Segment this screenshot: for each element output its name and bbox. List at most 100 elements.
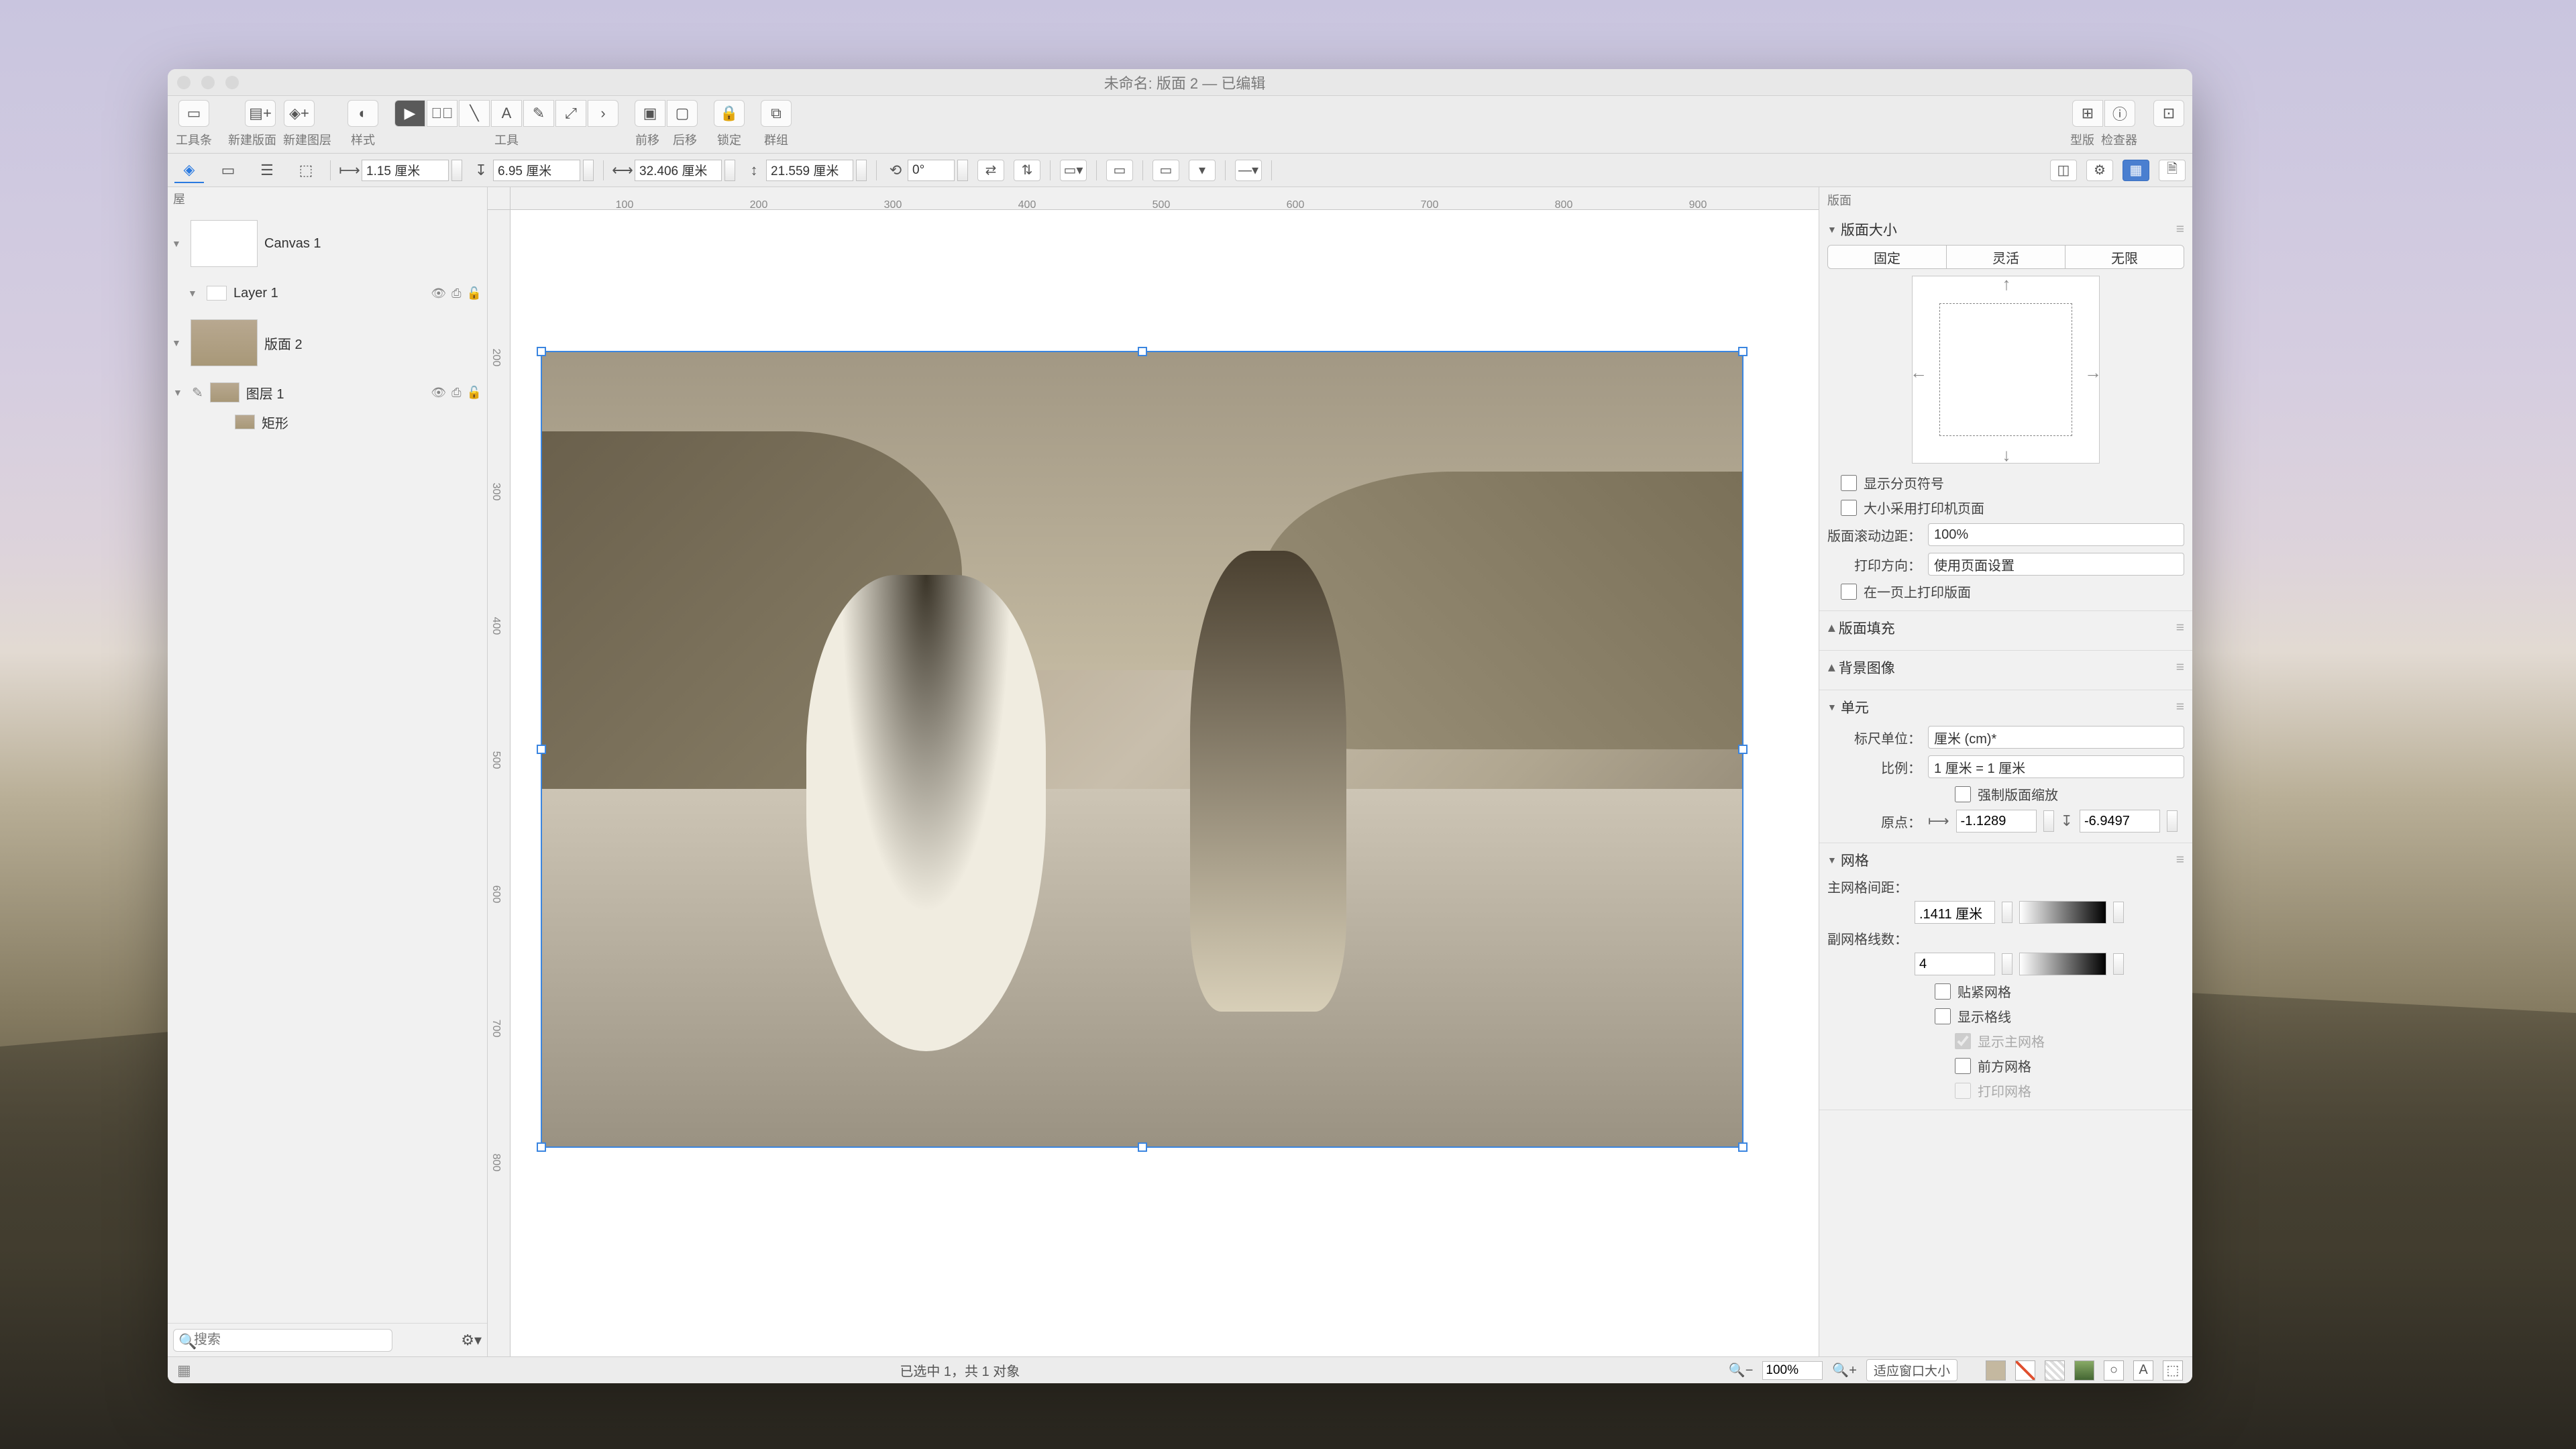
fill-swatch-button[interactable]: ▭▾ [1060, 160, 1087, 181]
selection-tool-button[interactable]: ▶ [394, 100, 425, 127]
sidebar-tab-outline[interactable]: ▭ [213, 158, 243, 183]
w-stepper[interactable] [724, 160, 735, 181]
menu-icon[interactable]: ≡ [2176, 221, 2184, 237]
size-mode-fixed[interactable]: 固定 [1828, 246, 1947, 268]
y-position-field[interactable] [493, 160, 580, 181]
grid-front-checkbox[interactable] [1955, 1058, 1971, 1074]
sidebar-tab-selection[interactable]: ⬚ [291, 158, 321, 183]
rot-stepper[interactable] [957, 160, 968, 181]
fit-to-window-button[interactable]: 适应窗口大小 [1866, 1359, 1957, 1381]
flip-v-button[interactable]: ⇅ [1014, 160, 1040, 181]
page-size-diagram[interactable]: ↑ ↓ ← → [1912, 276, 2100, 464]
sidebar-layer-1[interactable]: ▼ Layer 1 👁⎙🔓 [168, 277, 487, 309]
shadow-menu-button[interactable]: ▾ [1189, 160, 1216, 181]
lock-icon[interactable]: 🔓 [467, 386, 482, 400]
section-title-canvas-size[interactable]: ▼版面大小≡ [1827, 217, 2184, 245]
sidebar-search-input[interactable] [173, 1329, 392, 1352]
print-on-one-page-checkbox[interactable] [1841, 584, 1857, 600]
lock-icon[interactable]: 🔓 [467, 286, 482, 301]
fill-color-swatch[interactable] [1986, 1360, 2006, 1381]
size-mode-flexible[interactable]: 灵活 [1947, 246, 2065, 268]
origin-x-field[interactable] [1956, 810, 2037, 833]
disclosure-triangle-icon[interactable]: ▼ [172, 238, 184, 249]
sidebar-canvas-2[interactable]: ▼ 版面 2 [168, 309, 487, 376]
print-icon[interactable]: ⎙ [451, 286, 461, 301]
size-mode-infinite[interactable]: 无限 [2065, 246, 2184, 268]
inspector-geometry-icon[interactable]: ⬚ [2163, 1360, 2183, 1381]
inspector-tab-canvas[interactable]: ▦ [2123, 160, 2149, 181]
zoom-in-icon[interactable]: 🔍+ [1832, 1362, 1857, 1379]
show-grid-checkbox[interactable] [1935, 1008, 1951, 1024]
panel-toggle-button[interactable]: ⊡ [2153, 100, 2184, 127]
inspector-stroke-icon[interactable] [2015, 1360, 2035, 1381]
rotation-field[interactable] [908, 160, 955, 181]
gear-icon[interactable]: ⚙▾ [461, 1332, 482, 1349]
disclosure-triangle-icon[interactable]: ▼ [173, 387, 185, 398]
pen-tool-button[interactable]: ✎ [523, 100, 554, 127]
zoom-out-icon[interactable]: 🔍− [1729, 1362, 1754, 1379]
ruler-origin-button[interactable] [488, 187, 511, 210]
sidebar-canvas-1[interactable]: ▼ Canvas 1 [168, 210, 487, 277]
resize-handle-bl[interactable] [537, 1142, 546, 1152]
print-icon[interactable]: ⎙ [451, 386, 461, 400]
line-tool-button[interactable]: ╲ [459, 100, 490, 127]
width-field[interactable] [635, 160, 722, 181]
section-bg-image[interactable]: ▶背景图像≡ [1819, 651, 2192, 690]
disclosure-triangle-icon[interactable]: ▼ [188, 288, 200, 299]
crop-tool-button[interactable]: ⤢ [555, 100, 586, 127]
show-page-breaks-checkbox[interactable] [1841, 475, 1857, 491]
resize-handle-mr[interactable] [1738, 745, 1748, 754]
inspector-image-icon[interactable] [2074, 1360, 2094, 1381]
ruler-units-select[interactable]: 厘米 (cm)* [1928, 726, 2184, 749]
new-layer-button[interactable]: ◈+ [284, 100, 315, 127]
model-button[interactable]: ⊞ [2072, 100, 2103, 127]
resize-handle-tm[interactable] [1138, 347, 1147, 356]
shape-tool-button[interactable]: ◻⃕ [427, 100, 458, 127]
origin-y-field[interactable] [2080, 810, 2160, 833]
stroke-style-button[interactable]: —▾ [1235, 160, 1262, 181]
h-stepper[interactable] [856, 160, 867, 181]
canvas-viewport[interactable] [511, 210, 1819, 1356]
toolbar-button-customize[interactable]: ▭ [178, 100, 209, 127]
inspector-tab-document[interactable]: 🗎 [2159, 160, 2186, 181]
resize-handle-bm[interactable] [1138, 1142, 1147, 1152]
text-tool-button[interactable]: A [491, 100, 522, 127]
new-canvas-button[interactable]: ▤+ [245, 100, 276, 127]
resize-handle-tl[interactable] [537, 347, 546, 356]
inspector-tab-properties[interactable]: ⚙ [2086, 160, 2113, 181]
horizontal-ruler[interactable]: 100 200 300 400 500 600 700 800 900 1000 [511, 187, 1819, 210]
flip-h-button[interactable]: ⇄ [977, 160, 1004, 181]
zoom-window-button[interactable] [225, 76, 239, 89]
x-position-field[interactable] [362, 160, 449, 181]
stroke-swatch-button[interactable]: ▭ [1106, 160, 1133, 181]
resize-handle-ml[interactable] [537, 745, 546, 754]
sidebar-tab-guides[interactable]: ☰ [252, 158, 282, 183]
section-title-grid[interactable]: ▼网格≡ [1827, 847, 2184, 875]
scroll-margin-field[interactable]: 100% [1928, 523, 2184, 546]
lock-button[interactable]: 🔒 [714, 100, 745, 127]
eye-icon[interactable]: 👁 [431, 286, 446, 301]
section-canvas-fill[interactable]: ▶版面填充≡ [1819, 611, 2192, 651]
style-button[interactable]: ◐ [347, 100, 378, 127]
sidebar-layer-2[interactable]: ▼ ✎ 图层 1 👁⎙🔓 [168, 376, 487, 409]
use-printer-size-checkbox[interactable] [1841, 500, 1857, 516]
inspector-tab-geometry[interactable]: ◫ [2050, 160, 2077, 181]
sidebar-shape-rect[interactable]: 矩形 [168, 409, 487, 435]
resize-handle-tr[interactable] [1738, 347, 1748, 356]
more-tools-button[interactable]: › [588, 100, 619, 127]
section-title-units[interactable]: ▼单元≡ [1827, 694, 2184, 722]
group-button[interactable]: ⧉ [761, 100, 792, 127]
x-stepper[interactable] [451, 160, 462, 181]
y-stepper[interactable] [583, 160, 594, 181]
main-grid-color-swatch[interactable] [2019, 901, 2106, 924]
sub-grid-count-field[interactable] [1915, 953, 1995, 975]
print-orientation-select[interactable]: 使用页面设置 [1928, 553, 2184, 576]
resize-handle-br[interactable] [1738, 1142, 1748, 1152]
scale-select[interactable]: 1 厘米 = 1 厘米 [1928, 755, 2184, 778]
inspector-line-icon[interactable]: ○ [2104, 1360, 2124, 1381]
eye-icon[interactable]: 👁 [431, 386, 446, 400]
snap-to-grid-checkbox[interactable] [1935, 983, 1951, 1000]
vertical-ruler[interactable]: 200 300 400 500 600 700 800 [488, 210, 511, 1356]
bring-forward-button[interactable]: ▣ [635, 100, 665, 127]
sidebar-tab-layers[interactable]: ◈ [174, 158, 204, 183]
